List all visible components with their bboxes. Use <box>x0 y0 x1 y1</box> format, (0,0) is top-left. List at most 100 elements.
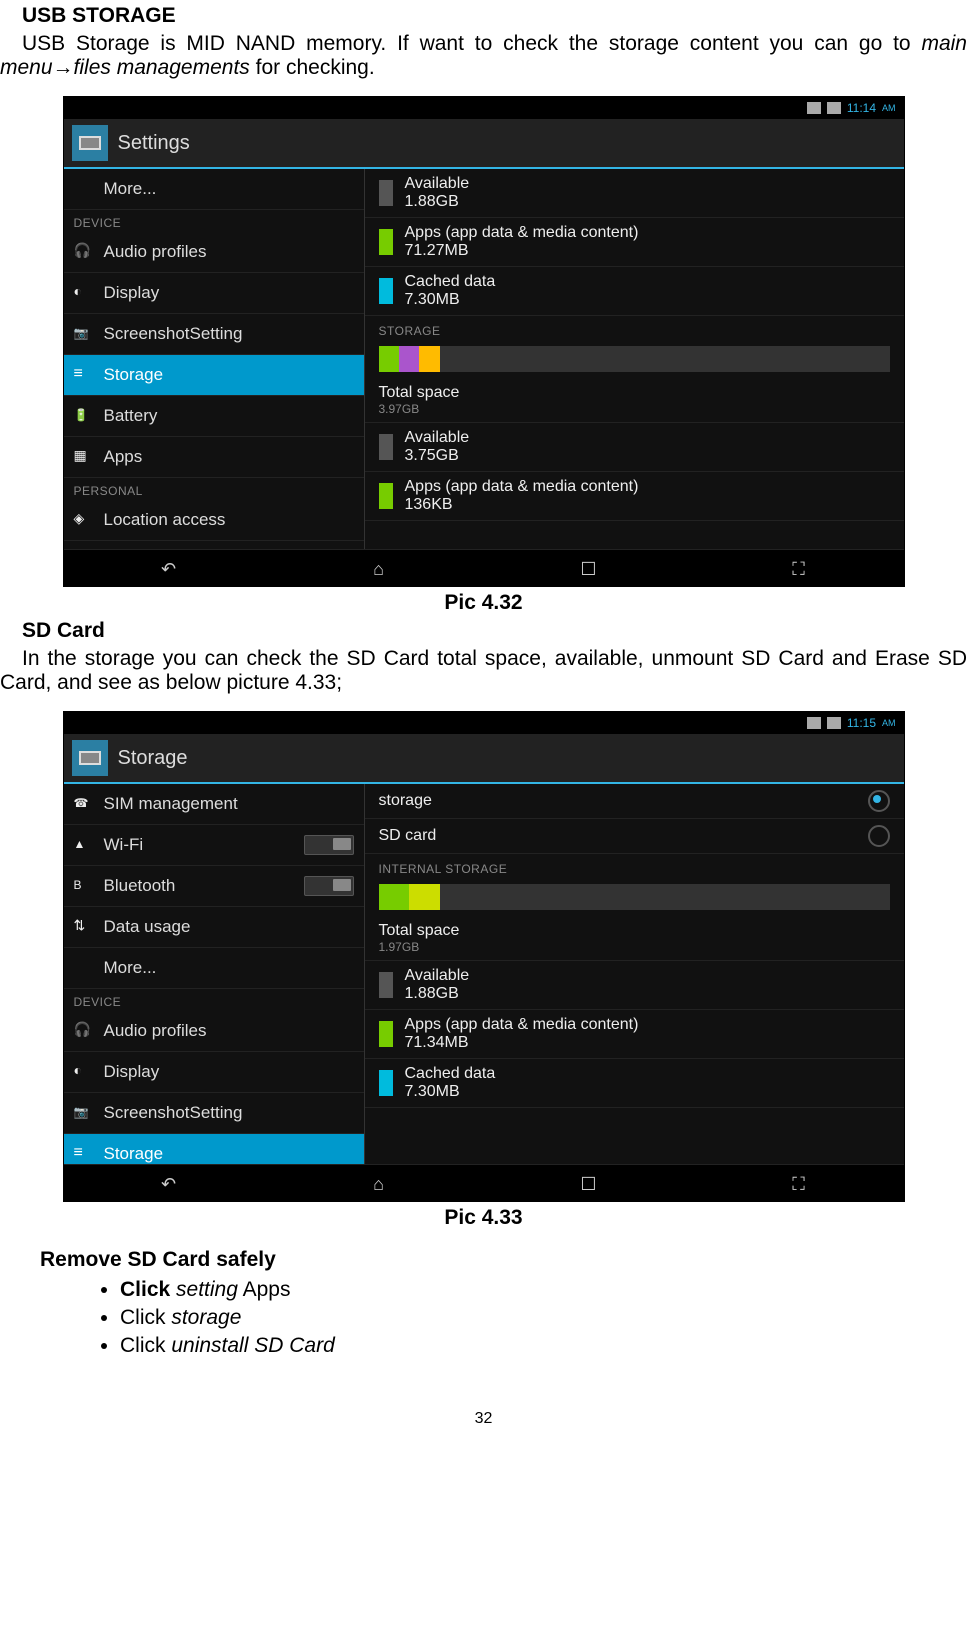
sidebar-item-storage[interactable]: Storage <box>64 355 364 396</box>
sidebar-item-location[interactable]: Location access <box>64 500 364 541</box>
text: Apps <box>238 1278 291 1301</box>
arrow-icon: → <box>53 56 74 79</box>
sidebar-item-more[interactable]: More... <box>64 169 364 210</box>
sidebar-item-battery[interactable]: Battery <box>64 396 364 437</box>
label: More... <box>104 179 157 199</box>
label: ScreenshotSetting <box>104 1103 243 1123</box>
category-personal: PERSONAL <box>64 478 364 500</box>
value: 7.30MB <box>405 291 496 309</box>
bar-green <box>379 346 399 372</box>
bar-purple <box>399 346 419 372</box>
recent-icon[interactable]: ☐ <box>577 559 601 577</box>
storage-icon <box>74 365 94 385</box>
display-icon <box>74 283 94 303</box>
swatch-gray <box>379 180 393 206</box>
text: Click <box>120 1334 171 1357</box>
clock-ampm: AM <box>882 718 896 728</box>
detail-available[interactable]: Available1.88GB <box>365 961 904 1010</box>
detail-total[interactable]: Total space 1.97GB <box>365 916 904 961</box>
sidebar-item-wifi[interactable]: Wi-Fi <box>64 825 364 866</box>
wifi-toggle[interactable] <box>304 835 354 855</box>
page-title: Settings <box>118 132 190 155</box>
sidebar-item-bluetooth[interactable]: Bluetooth <box>64 866 364 907</box>
settings-sidebar: SIM management Wi-Fi Bluetooth Data usag… <box>64 784 365 1164</box>
sidebar-item-display[interactable]: Display <box>64 1052 364 1093</box>
value: 7.30MB <box>405 1083 496 1101</box>
storage-detail-pane: storage SD card INTERNAL STORAGE Total s… <box>365 784 904 1164</box>
detail-apps[interactable]: Apps (app data & media content)71.34MB <box>365 1010 904 1059</box>
screenshot-icon[interactable]: ⛶ <box>787 559 811 577</box>
settings-app-icon <box>72 740 108 776</box>
camera-icon <box>74 324 94 344</box>
text: USB Storage is MID NAND memory. If want … <box>22 32 921 55</box>
display-icon <box>74 1062 94 1082</box>
settings-app-icon <box>72 125 108 161</box>
caption-pic-4-33: Pic 4.33 <box>0 1206 967 1230</box>
bar-green <box>379 884 410 910</box>
option-storage[interactable]: storage <box>365 784 904 819</box>
sidebar-item-more[interactable]: More... <box>64 948 364 989</box>
heading-sd-card: SD Card <box>22 619 967 643</box>
apps-icon <box>74 447 94 467</box>
option-sd-card[interactable]: SD card <box>365 819 904 854</box>
sidebar-item-storage[interactable]: Storage <box>64 1134 364 1164</box>
back-icon[interactable]: ↶ <box>157 1174 181 1192</box>
detail-cached[interactable]: Cached data7.30MB <box>365 1059 904 1108</box>
detail-available-2[interactable]: Available3.75GB <box>365 423 904 472</box>
swatch-gray <box>379 972 393 998</box>
sidebar-item-sim[interactable]: SIM management <box>64 784 364 825</box>
camera-icon <box>74 1103 94 1123</box>
label: Bluetooth <box>104 876 176 896</box>
label: Apps (app data & media content) <box>405 478 639 496</box>
clock-ampm: AM <box>882 103 896 113</box>
settings-sidebar: More... DEVICE Audio profiles Display Sc… <box>64 169 365 549</box>
sidebar-item-display[interactable]: Display <box>64 273 364 314</box>
home-icon[interactable]: ⌂ <box>367 559 391 577</box>
value: 71.34MB <box>405 1034 639 1052</box>
detail-apps[interactable]: Apps (app data & media content)71.27MB <box>365 218 904 267</box>
label: Location access <box>104 510 226 530</box>
swatch-gray <box>379 434 393 460</box>
label: Data usage <box>104 917 191 937</box>
sidebar-item-data-usage[interactable]: Data usage <box>64 907 364 948</box>
status-bar: 11:14 AM <box>64 97 904 119</box>
value: 1.97GB <box>379 940 890 954</box>
sidebar-item-audio[interactable]: Audio profiles <box>64 232 364 273</box>
bar-yellow <box>409 884 440 910</box>
detail-apps-2[interactable]: Apps (app data & media content)136KB <box>365 472 904 521</box>
list-item: Click uninstall SD Card <box>120 1332 967 1360</box>
screenshot-icon[interactable]: ⛶ <box>787 1174 811 1192</box>
category-device: DEVICE <box>64 210 364 232</box>
swatch-cyan <box>379 1070 393 1096</box>
title-bar: Storage <box>64 734 904 784</box>
text-bold: Click <box>120 1278 170 1301</box>
swatch-green <box>379 229 393 255</box>
location-icon <box>74 510 94 530</box>
radio-selected-icon[interactable] <box>868 790 890 812</box>
sidebar-item-screenshot[interactable]: ScreenshotSetting <box>64 1093 364 1134</box>
category-device: DEVICE <box>64 989 364 1011</box>
label: ScreenshotSetting <box>104 324 243 344</box>
bluetooth-toggle[interactable] <box>304 876 354 896</box>
paragraph-usb: USB Storage is MID NAND memory. If want … <box>0 32 967 80</box>
clock-time: 11:15 <box>847 716 876 730</box>
bar-yellow <box>419 346 439 372</box>
sidebar-item-apps[interactable]: Apps <box>64 437 364 478</box>
back-icon[interactable]: ↶ <box>157 559 181 577</box>
recent-icon[interactable]: ☐ <box>577 1174 601 1192</box>
label: Wi-Fi <box>104 835 144 855</box>
android-navbar: ↶ ⌂ ☐ ⛶ <box>64 549 904 586</box>
sidebar-item-audio[interactable]: Audio profiles <box>64 1011 364 1052</box>
title-bar: Settings <box>64 119 904 169</box>
label: Display <box>104 283 160 303</box>
text: Click <box>120 1306 171 1329</box>
radio-unselected-icon[interactable] <box>868 825 890 847</box>
sidebar-item-screenshot[interactable]: ScreenshotSetting <box>64 314 364 355</box>
android-navbar: ↶ ⌂ ☐ ⛶ <box>64 1164 904 1201</box>
home-icon[interactable]: ⌂ <box>367 1174 391 1192</box>
detail-total[interactable]: Total space 3.97GB <box>365 378 904 423</box>
detail-available[interactable]: Available1.88GB <box>365 169 904 218</box>
swatch-cyan <box>379 278 393 304</box>
detail-cached[interactable]: Cached data7.30MB <box>365 267 904 316</box>
value: 3.97GB <box>379 402 890 416</box>
